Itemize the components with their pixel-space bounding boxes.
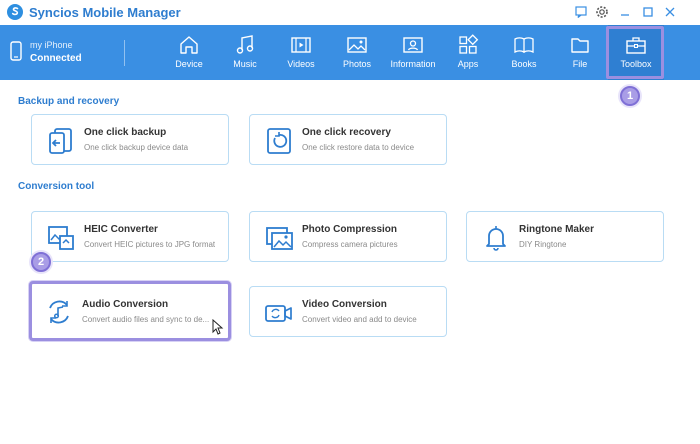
nav-item-music[interactable]: Music bbox=[217, 25, 273, 80]
mouse-cursor-icon bbox=[212, 318, 224, 340]
nav-item-file[interactable]: File bbox=[552, 25, 608, 80]
bell-icon bbox=[481, 223, 511, 253]
nav-label: Music bbox=[233, 59, 257, 69]
card-description: Convert audio files and sync to de... bbox=[82, 315, 210, 324]
folder-icon bbox=[569, 34, 591, 56]
card-photo-compression[interactable]: Photo Compression Compress camera pictur… bbox=[249, 211, 447, 262]
nav-label: File bbox=[572, 59, 588, 69]
nav-label: Device bbox=[175, 59, 203, 69]
card-description: Convert video and add to device bbox=[302, 315, 417, 324]
phone-icon bbox=[10, 41, 22, 66]
title-bar: Syncios Mobile Manager bbox=[0, 0, 700, 25]
section-title-conversion: Conversion tool bbox=[18, 181, 95, 192]
nav-label: Videos bbox=[287, 59, 315, 69]
nav-item-videos[interactable]: Videos bbox=[273, 25, 329, 80]
apps-grid-icon bbox=[457, 34, 479, 56]
image-icon bbox=[346, 34, 368, 56]
music-note-icon bbox=[234, 34, 256, 56]
nav-label: Apps bbox=[457, 59, 479, 69]
card-title: Photo Compression bbox=[302, 224, 398, 235]
card-one-click-recovery[interactable]: One click recovery One click restore dat… bbox=[249, 114, 447, 165]
card-title: One click backup bbox=[84, 127, 167, 138]
video-convert-icon bbox=[264, 298, 294, 328]
nav-item-device[interactable]: Device bbox=[161, 25, 217, 80]
card-video-conversion[interactable]: Video Conversion Convert video and add t… bbox=[249, 286, 447, 337]
card-title: Video Conversion bbox=[302, 299, 387, 310]
audio-convert-icon bbox=[44, 297, 74, 327]
card-description: DIY Ringtone bbox=[519, 240, 567, 249]
card-description: One click restore data to device bbox=[302, 143, 415, 152]
nav-item-photos[interactable]: Photos bbox=[329, 25, 385, 80]
card-audio-conversion[interactable]: Audio Conversion Convert audio files and… bbox=[29, 281, 231, 341]
nav-divider bbox=[124, 40, 125, 66]
nav-item-information[interactable]: Information bbox=[385, 25, 441, 80]
gear-icon[interactable] bbox=[594, 4, 610, 20]
recovery-icon bbox=[264, 126, 294, 156]
step-badge-1: 1 bbox=[620, 86, 640, 106]
app-logo-icon bbox=[7, 4, 23, 20]
card-title: Audio Conversion bbox=[82, 299, 169, 310]
device-status: Connected bbox=[30, 53, 82, 64]
minimize-icon[interactable] bbox=[617, 4, 633, 20]
photo-compress-icon bbox=[264, 223, 294, 253]
app-title: Syncios Mobile Manager bbox=[29, 5, 181, 20]
feedback-icon[interactable] bbox=[573, 4, 589, 20]
toolbox-highlight-frame bbox=[606, 26, 664, 79]
card-title: One click recovery bbox=[302, 127, 391, 138]
contact-card-icon bbox=[402, 34, 424, 56]
close-icon[interactable] bbox=[662, 4, 678, 20]
nav-item-apps[interactable]: Apps bbox=[440, 25, 496, 80]
device-info[interactable]: my iPhone Connected bbox=[8, 38, 128, 68]
film-icon bbox=[290, 34, 312, 56]
card-description: One click backup device data bbox=[84, 143, 189, 152]
card-title: HEIC Converter bbox=[84, 224, 158, 235]
card-description: Convert HEIC pictures to JPG format bbox=[84, 240, 216, 249]
nav-item-books[interactable]: Books bbox=[496, 25, 552, 80]
card-ringtone-maker[interactable]: Ringtone Maker DIY Ringtone bbox=[466, 211, 664, 262]
book-icon bbox=[513, 34, 535, 56]
nav-label: Photos bbox=[342, 59, 372, 69]
step-badge-2: 2 bbox=[31, 252, 51, 272]
top-navigation-bar: my iPhone Connected Device Music Videos … bbox=[0, 25, 700, 80]
nav-label: Information bbox=[390, 59, 436, 69]
home-icon bbox=[178, 34, 200, 56]
section-title-backup: Backup and recovery bbox=[18, 96, 120, 107]
maximize-icon[interactable] bbox=[640, 4, 656, 20]
heic-icon bbox=[46, 223, 76, 253]
card-title: Ringtone Maker bbox=[519, 224, 595, 235]
card-heic-converter[interactable]: HEIC Converter Convert HEIC pictures to … bbox=[31, 211, 229, 262]
backup-icon bbox=[46, 126, 76, 156]
card-one-click-backup[interactable]: One click backup One click backup device… bbox=[31, 114, 229, 165]
nav-label: Books bbox=[511, 59, 537, 69]
card-description: Compress camera pictures bbox=[302, 240, 398, 249]
device-name: my iPhone bbox=[30, 40, 73, 50]
